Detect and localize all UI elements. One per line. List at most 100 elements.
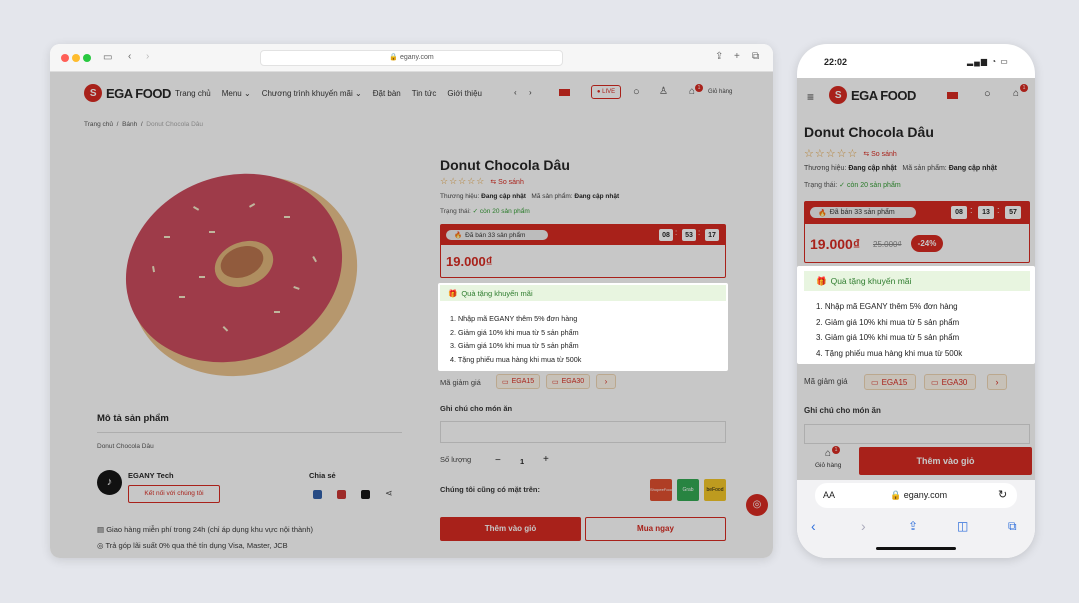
also-on-label: Chúng tôi cũng có mặt trên: [440,485,540,494]
nav-prev-icon[interactable]: ‹ [514,88,517,97]
tabs-overview-icon[interactable]: ⧉ [752,52,759,62]
maximize-window-icon[interactable] [83,54,91,62]
facebook-icon[interactable] [313,490,322,499]
share-icon[interactable]: ⇪ [715,52,723,62]
installment-icon: ◎ [97,541,104,550]
reload-icon[interactable]: ↻ [998,488,1007,501]
coupon-ega15[interactable]: ▭ EGA15 [864,374,916,390]
search-icon[interactable]: ○ [633,86,640,98]
sidebar-icon[interactable]: ▭ [103,53,112,63]
note-input[interactable] [440,421,726,443]
close-window-icon[interactable] [61,54,69,62]
policy-item: ▤ Giao hàng miễn phí trong 24h (chỉ áp d… [97,525,314,534]
minimize-window-icon[interactable] [72,54,80,62]
cart-label[interactable]: Giỏ hàng [708,89,732,95]
logo-mark-icon: S [84,84,102,102]
forward-arrow-icon[interactable]: › [861,518,866,534]
cart-icon[interactable]: ⌂ [1013,88,1019,99]
logo-mark-icon: S [829,86,847,104]
timer-seconds: 17 [705,229,719,241]
forward-arrow-icon[interactable]: › [146,52,149,62]
hamburger-menu-icon[interactable]: ≡ [807,90,814,104]
rating-stars-icon[interactable]: ☆☆☆☆☆ [804,147,858,160]
product-title: Donut Chocola Dâu [440,157,570,173]
add-to-cart-button[interactable]: Thêm vào giỏ [440,517,581,541]
note-input[interactable] [804,424,1030,444]
nav-next-icon[interactable]: › [529,88,532,97]
nav-menu[interactable]: Menu ⌄ [222,89,251,98]
gift-icon: 🎁 [816,275,827,286]
policy-item: ◎ Trả góp lãi suất 0% qua thẻ tín dụng V… [97,541,288,550]
breadcrumb-home[interactable]: Trang chủ [84,121,113,128]
befood-icon[interactable]: beFood [704,479,726,501]
mobile-phone: 22:02 ▂▄▆ ◔ ▭ ≡ S EGA FOOD ○ ⌂ 1 Donut C… [797,44,1035,558]
coupon-more-icon[interactable]: › [987,374,1007,390]
rating-stars-icon[interactable]: ☆☆☆☆☆ [440,176,485,187]
vietnam-flag-icon[interactable] [947,92,958,99]
timer-minutes: 53 [682,229,696,241]
new-tab-icon[interactable]: + [734,52,740,62]
url-text: 🔒 egany.com [890,490,948,500]
note-label: Ghi chú cho món ăn [440,404,513,413]
coupon-label: Mã giảm giá [804,377,848,386]
timer-separator: : [997,205,1000,215]
address-bar[interactable]: AA 🔒 egany.com ↻ [815,483,1017,508]
old-price: 25.000₫ [873,240,902,249]
promo-item: 3. Giảm giá 10% khi mua từ 5 sản phẩm [450,341,579,350]
quantity-label: Số lượng [440,455,472,464]
live-button[interactable]: ● LIVE [591,85,621,99]
promo-list: 1. Nhập mã EGANY thêm 5% đơn hàng 2. Giả… [450,312,581,366]
promo-item: 1. Nhập mã EGANY thêm 5% đơn hàng [450,314,578,323]
compare-link[interactable]: ⇆ So sánh [490,178,524,186]
share-icon[interactable]: ⇪ [908,519,918,533]
text-size-button[interactable]: AA [823,490,835,500]
pinterest-icon[interactable] [337,490,346,499]
signal-wifi-battery-icon: ▂▄▆ ◔ ▭ [967,57,1009,66]
x-twitter-icon[interactable] [361,490,370,499]
coupon-ega30[interactable]: ▭ EGA30 [546,374,590,389]
address-bar[interactable]: 🔒 egany.com [260,50,563,66]
nav-promotions[interactable]: Chương trình khuyến mãi ⌄ [262,89,362,98]
cart-label[interactable]: Giỏ hàng [815,462,841,469]
coupon-label: Mã giảm giá [440,378,481,387]
grabfood-icon[interactable]: Grab Food [677,479,699,501]
vietnam-flag-icon[interactable] [559,89,570,96]
quantity-value[interactable]: 1 [520,457,524,466]
tabs-icon[interactable]: ⧉ [1008,519,1017,534]
nav-news[interactable]: Tin tức [412,89,437,98]
coupon-ega15[interactable]: ▭ EGA15 [496,374,540,389]
cart-icon[interactable]: ⌂ [825,448,831,459]
fire-icon: 🔥 [454,232,463,239]
nav-booking[interactable]: Đặt bàn [373,89,401,98]
brand-logo[interactable]: S EGA FOOD [84,84,171,102]
browser-toolbar: ▭ ‹ › 🔒 egany.com ⇪ + ⧉ [50,44,773,72]
back-arrow-icon[interactable]: ‹ [128,52,131,62]
breadcrumb: Trang chủ / Bánh / Donut Chocola Dâu [84,121,204,128]
breadcrumb-category[interactable]: Bánh [122,121,137,128]
promo-gift-panel: 🎁 Quà tặng khuyến mãi 1. Nhập mã EGANY th… [797,266,1035,364]
coupon-more-icon[interactable]: › [596,374,616,389]
coupon-ega30[interactable]: ▭ EGA30 [924,374,976,390]
back-arrow-icon[interactable]: ‹ [811,518,816,534]
quantity-plus-button[interactable]: + [543,454,549,465]
bookmarks-icon[interactable]: ◫ [957,519,968,533]
product-image-panel[interactable] [84,136,404,406]
divider [97,432,402,433]
status-time: 22:02 [824,57,848,67]
share-link-icon[interactable]: ⋖ [385,488,393,499]
quantity-minus-button[interactable]: − [495,455,501,466]
search-icon[interactable]: ○ [984,88,991,100]
connect-button[interactable]: Kết nối với chúng tôi [128,485,220,503]
user-icon[interactable]: ♙ [659,86,668,97]
nav-home[interactable]: Trang chủ [175,89,211,98]
brand-name: EGA FOOD [106,85,171,101]
add-to-cart-button[interactable]: Thêm vào giỏ [859,447,1032,475]
main-nav: Trang chủ Menu ⌄ Chương trình khuyến mãi… [175,89,482,98]
mobile-brand-logo[interactable]: S EGA FOOD [829,86,916,104]
nav-about[interactable]: Giới thiệu [447,89,482,98]
shopeefood-icon[interactable]: ShopeeFood [650,479,672,501]
stock-status: Trạng thái: ✓ còn 20 sản phẩm [440,208,530,215]
buy-now-button[interactable]: Mua ngay [585,517,726,541]
chat-support-icon[interactable]: ◎ [746,494,768,516]
compare-link[interactable]: ⇆ So sánh [863,150,897,158]
